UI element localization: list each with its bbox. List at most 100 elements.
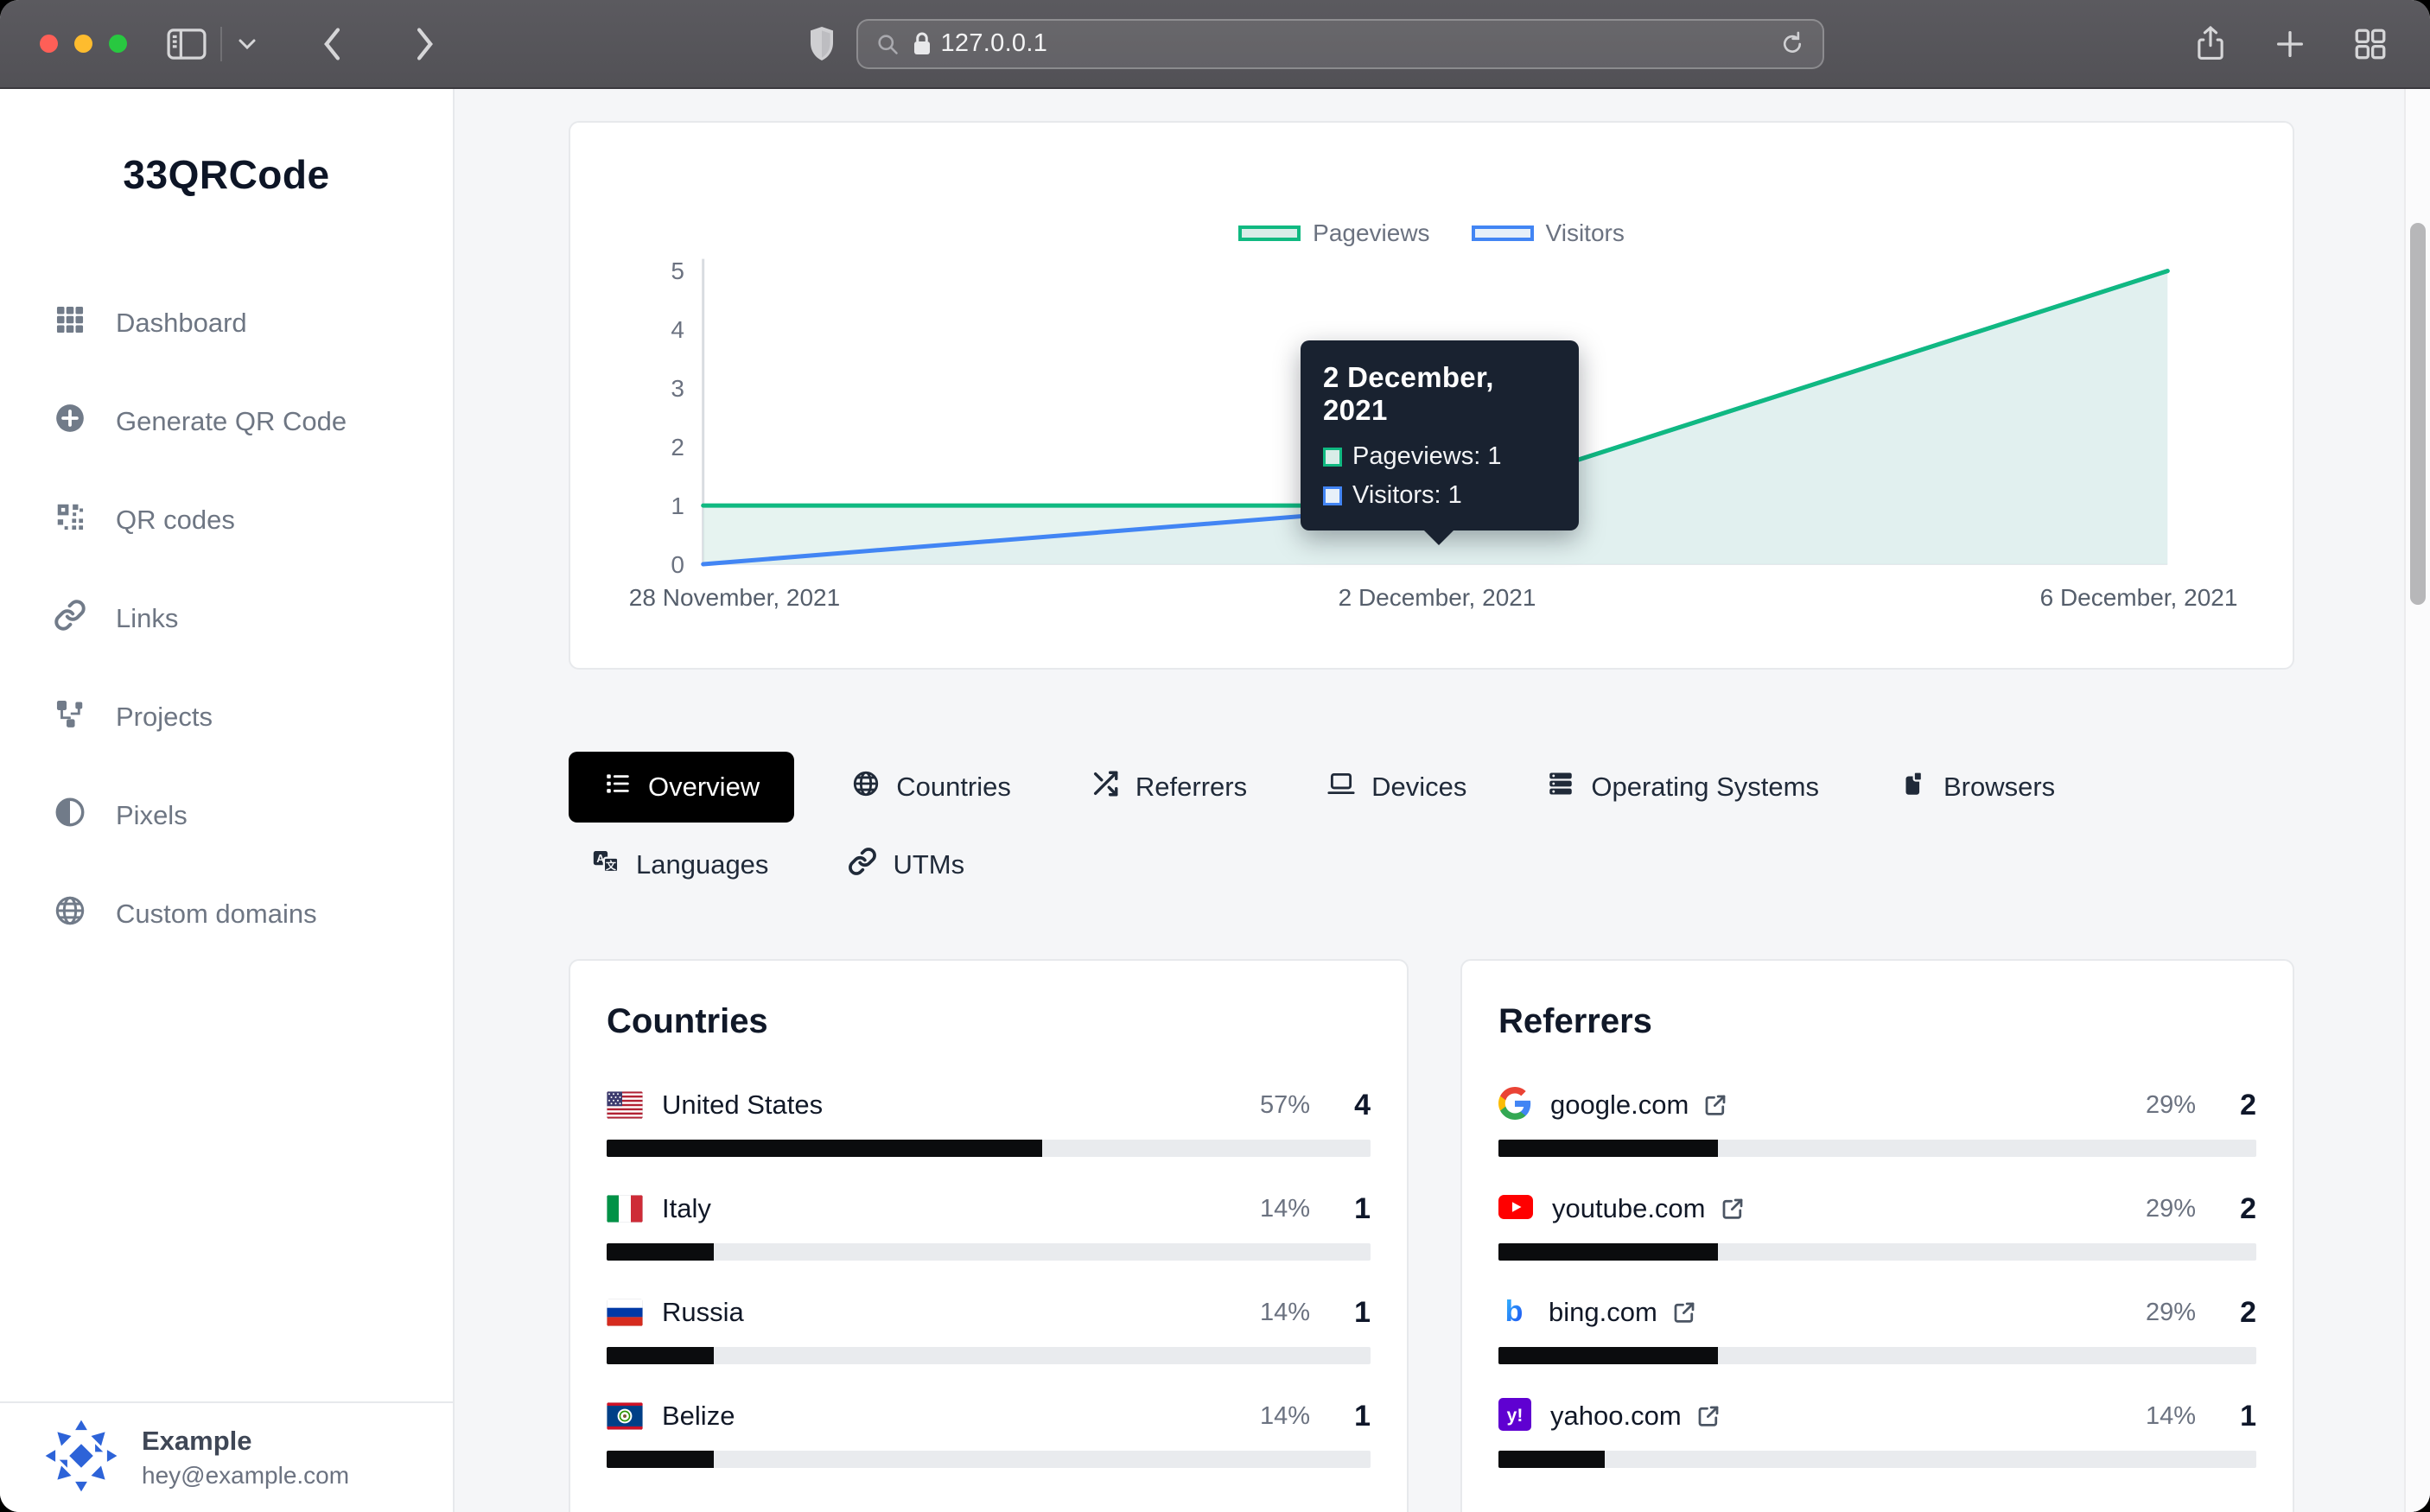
sidebar-item-label: Generate QR Code xyxy=(116,406,347,437)
minimize-window-button[interactable] xyxy=(74,35,92,53)
italy-flag-icon xyxy=(607,1195,643,1223)
belize-flag-icon xyxy=(607,1402,643,1430)
tab-devices[interactable]: Devices xyxy=(1304,752,1489,823)
chrome-actions xyxy=(2193,24,2389,64)
reload-icon[interactable] xyxy=(1779,29,1805,59)
country-count: 1 xyxy=(1310,1296,1371,1330)
progress-bar xyxy=(1498,1347,2256,1364)
referrer-domain[interactable]: yahoo.com xyxy=(1550,1401,1682,1432)
referrer-domain[interactable]: youtube.com xyxy=(1552,1193,1706,1224)
close-window-button[interactable] xyxy=(40,35,58,53)
tab-operating-systems[interactable]: Operating Systems xyxy=(1524,752,1842,823)
sidebar-item-qr-codes[interactable]: QR codes xyxy=(0,471,453,569)
country-name: Russia xyxy=(662,1297,744,1328)
tab-referrers[interactable]: Referrers xyxy=(1068,752,1269,823)
referrer-row-youtube: youtube.com 29% 2 xyxy=(1498,1190,2256,1261)
tab-label: Devices xyxy=(1371,772,1466,803)
sidebar-toggle-group xyxy=(167,27,258,61)
external-link-icon[interactable] xyxy=(1702,1092,1728,1118)
referrer-percent: 29% xyxy=(2146,1299,2196,1327)
country-row-russia: Russia 14% 1 xyxy=(607,1293,1371,1364)
back-button[interactable] xyxy=(319,24,348,64)
sidebar-nav: Dashboard Generate QR Code QR codes Link… xyxy=(0,274,453,963)
country-name: United States xyxy=(662,1090,823,1121)
tab-browsers[interactable]: Browsers xyxy=(1876,752,2077,823)
tab-label: Countries xyxy=(896,772,1011,803)
chevron-down-icon[interactable] xyxy=(236,36,258,52)
sidebar-item-pixels[interactable]: Pixels xyxy=(0,766,453,865)
sidebar-item-label: QR codes xyxy=(116,505,235,536)
referrer-count: 2 xyxy=(2196,1192,2256,1226)
share-icon[interactable] xyxy=(2193,24,2228,64)
referrer-domain[interactable]: google.com xyxy=(1550,1090,1689,1121)
country-count: 1 xyxy=(1310,1192,1371,1226)
country-count: 1 xyxy=(1310,1400,1371,1433)
lock-icon xyxy=(912,31,932,57)
referrer-count: 2 xyxy=(2196,1296,2256,1330)
bing-logo-icon: b xyxy=(1498,1293,1530,1332)
referrer-percent: 29% xyxy=(2146,1091,2196,1120)
x-axis-label: 6 December, 2021 xyxy=(2040,584,2238,612)
country-name: Belize xyxy=(662,1401,735,1432)
y-axis-tick: 4 xyxy=(570,316,684,344)
progress-bar xyxy=(607,1243,1371,1261)
traffic-chart-card: Pageviews Visitors 5 4 3 2 1 0 28 Novemb… xyxy=(569,121,2294,670)
y-axis-tick: 3 xyxy=(570,375,684,403)
country-percent: 14% xyxy=(1260,1195,1310,1223)
sidebar-item-custom-domains[interactable]: Custom domains xyxy=(0,865,453,963)
external-link-icon[interactable] xyxy=(1720,1196,1746,1222)
sidebar-item-dashboard[interactable]: Dashboard xyxy=(0,274,453,372)
user-menu[interactable]: Example hey@example.com xyxy=(0,1401,453,1512)
scrollbar-track xyxy=(2404,89,2430,1512)
forward-button[interactable] xyxy=(409,24,438,64)
tab-label: Referrers xyxy=(1135,772,1247,803)
sidebar-item-generate-qr[interactable]: Generate QR Code xyxy=(0,372,453,471)
brand-logo: 33QRCode xyxy=(0,151,453,198)
countries-card: Countries United States 57% 4 xyxy=(569,959,1409,1512)
tab-label: Operating Systems xyxy=(1591,772,1819,803)
country-row-united-states: United States 57% 4 xyxy=(607,1086,1371,1157)
sidebar-item-label: Custom domains xyxy=(116,899,317,930)
sidebar-item-label: Dashboard xyxy=(116,308,247,339)
sidebar: 33QRCode Dashboard Generate QR Code QR c… xyxy=(0,89,455,1512)
plus-circle-icon xyxy=(54,402,86,442)
sidebar-item-links[interactable]: Links xyxy=(0,569,453,668)
progress-bar xyxy=(607,1140,1371,1157)
svg-text:y!: y! xyxy=(1507,1406,1524,1426)
search-icon xyxy=(875,32,900,56)
url-zone: 127.0.0.1 xyxy=(438,19,2193,69)
new-tab-icon[interactable] xyxy=(2273,27,2307,61)
tooltip-row-label: Pageviews: 1 xyxy=(1352,442,1502,471)
scrollbar-thumb[interactable] xyxy=(2410,223,2426,605)
divider xyxy=(220,27,222,61)
progress-bar xyxy=(1498,1243,2256,1261)
x-axis-label: 28 November, 2021 xyxy=(629,584,840,612)
referrer-domain[interactable]: bing.com xyxy=(1549,1297,1657,1328)
tab-utms[interactable]: UTMs xyxy=(825,829,987,900)
user-name: Example xyxy=(142,1426,349,1457)
laptop-icon xyxy=(1326,769,1356,805)
pageviews-swatch xyxy=(1323,448,1342,467)
chart-tooltip: 2 December, 2021 Pageviews: 1 Visitors: … xyxy=(1301,340,1579,530)
sidebar-item-projects[interactable]: Projects xyxy=(0,668,453,766)
qr-code-icon xyxy=(54,500,86,540)
tab-countries[interactable]: Countries xyxy=(829,752,1034,823)
referrer-count: 2 xyxy=(2196,1089,2256,1122)
tab-languages[interactable]: A文 Languages xyxy=(569,829,791,900)
tab-overview[interactable]: Overview xyxy=(569,752,794,823)
x-axis-label: 2 December, 2021 xyxy=(1339,584,1536,612)
country-percent: 14% xyxy=(1260,1402,1310,1431)
tab-label: Languages xyxy=(636,849,768,880)
privacy-shield-icon[interactable] xyxy=(808,25,836,63)
external-link-icon[interactable] xyxy=(1671,1299,1697,1325)
country-percent: 57% xyxy=(1260,1091,1310,1120)
sidebar-toggle-icon[interactable] xyxy=(167,28,207,60)
y-axis-tick: 2 xyxy=(570,434,684,461)
address-bar[interactable]: 127.0.0.1 xyxy=(856,19,1824,69)
referrer-count: 1 xyxy=(2196,1400,2256,1433)
referrer-row-bing: b bing.com 29% 2 xyxy=(1498,1293,2256,1364)
zoom-window-button[interactable] xyxy=(109,35,127,53)
tab-label: UTMs xyxy=(893,849,964,880)
tab-overview-icon[interactable] xyxy=(2352,26,2389,62)
external-link-icon[interactable] xyxy=(1695,1403,1721,1429)
